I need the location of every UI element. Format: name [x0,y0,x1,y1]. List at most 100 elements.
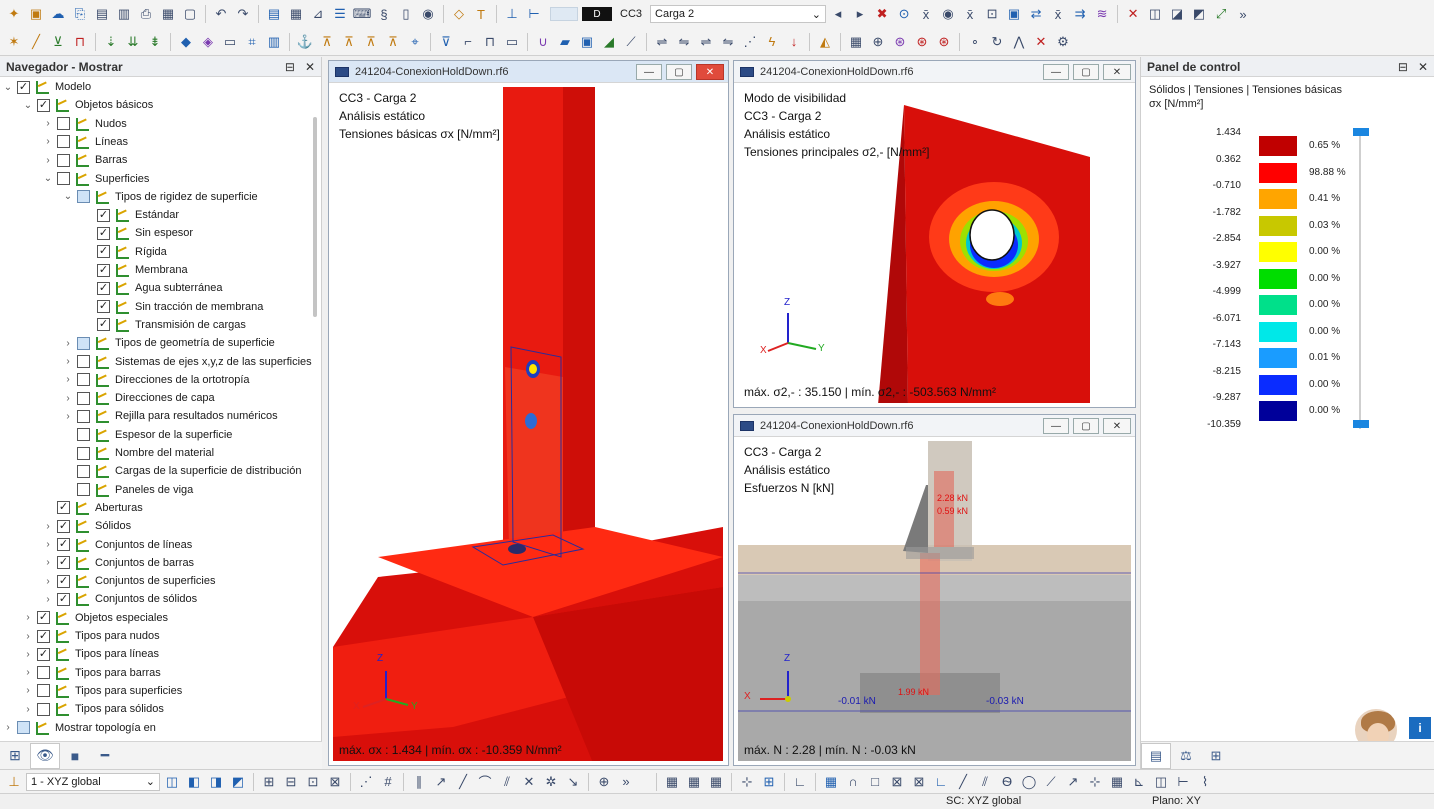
display-tab-icon[interactable]: 👁 [30,742,60,769]
document-icon[interactable]: ▢ [180,4,200,24]
next-icon[interactable]: ▸ [850,4,870,24]
tree-checkbox[interactable]: ✓ [97,300,110,314]
globe-icon[interactable]: ◉ [418,4,438,24]
target-icon[interactable]: ⊕ [868,32,888,52]
snap-icon[interactable]: ⋰ [740,32,760,52]
tree-item[interactable]: › ✓ Conjuntos de superficies [42,572,215,590]
tree-item[interactable]: ✓ Aberturas [42,499,143,517]
chevron-down-icon[interactable]: ⌄ [2,82,14,93]
delete-icon[interactable]: ✕ [1123,4,1143,24]
view-y-icon[interactable]: ◨ [206,772,226,792]
list-icon[interactable]: ☰ [330,4,350,24]
chevron-right-icon[interactable]: › [22,631,34,642]
star-icon[interactable]: ✲ [541,772,561,792]
pin-panel-icon[interactable]: ⊟ [285,60,295,74]
tree-checkbox[interactable] [77,464,90,478]
tree-item[interactable]: › Tipos de geometría de superficie [62,334,275,352]
filter-tab-icon[interactable]: ⊞ [1201,743,1231,769]
mesh-icon[interactable]: ⌗ [242,32,262,52]
scrollbar[interactable] [313,117,317,317]
views-tab-icon[interactable]: ■ [60,743,90,769]
legend-upper-handle[interactable] [1353,128,1369,136]
print-icon[interactable]: ⎙ [136,4,156,24]
snap-grid-icon[interactable]: ⊡ [303,772,323,792]
table2-icon[interactable]: ▦ [1107,772,1127,792]
counter-icon[interactable]: # [378,772,398,792]
chevron-right-icon[interactable]: › [42,557,54,568]
eye-icon[interactable]: ◉ [938,4,958,24]
chevron-right-icon[interactable]: › [62,374,74,385]
axis-icon[interactable]: ⤢ [1211,4,1231,24]
values3-icon[interactable]: x̄ [1048,4,1068,24]
node-icon[interactable]: ✶ [4,32,24,52]
node-results-icon[interactable]: ⊙ [894,4,914,24]
tree-item[interactable]: ✓ Rígida [82,243,167,261]
console-icon[interactable]: ⌨ [352,4,372,24]
chevron-down-icon[interactable]: ⌄ [62,191,74,202]
tree-checkbox[interactable] [77,190,90,204]
tree-item[interactable]: ✓ Sin espesor [82,224,193,242]
color-legend[interactable]: 1.434 0.362 -0.710 -1.782 -2.854 -3.927 -4.999… [1141,127,1434,437]
tree-item[interactable]: ⌄ ✓ Objetos básicos [22,96,153,114]
xbox-icon[interactable]: ⊠ [887,772,907,792]
coord-system-select[interactable]: 1 - XYZ global ⌄ [26,772,160,791]
cube2-icon[interactable]: ◪ [1167,4,1187,24]
chevron-right-icon[interactable]: › [42,155,54,166]
minimize-button[interactable]: — [1043,418,1069,434]
palette-icon[interactable]: ◭ [815,32,835,52]
text-icon[interactable]: T [471,4,491,24]
tree-checkbox[interactable]: ✓ [37,611,50,625]
filter-icon[interactable]: ⊽ [436,32,456,52]
grid3-icon[interactable]: ▦ [706,772,726,792]
load2-icon[interactable]: ⇊ [123,32,143,52]
tree-checkbox[interactable] [77,428,90,442]
cube3-icon[interactable]: ◩ [1189,4,1209,24]
chevron-right-icon[interactable]: › [42,136,54,147]
cube4-icon[interactable]: ◫ [1151,772,1171,792]
chevron-right-icon[interactable]: › [22,704,34,715]
cube-icon[interactable]: ◫ [1145,4,1165,24]
save-icon[interactable]: ▥ [114,4,134,24]
tree-item[interactable]: › ✓ Conjuntos de sólidos [42,590,197,608]
view-xyz-icon[interactable]: ◫ [162,772,182,792]
chevron-right-icon[interactable]: › [22,649,34,660]
prev-icon[interactable]: ◂ [828,4,848,24]
tree-checkbox[interactable] [57,172,70,185]
tree-checkbox[interactable]: ✓ [97,208,110,222]
results-tab-icon[interactable]: ━ [90,743,120,769]
minimize-button[interactable]: — [1043,64,1069,80]
tree-checkbox[interactable] [77,373,90,387]
tree-checkbox[interactable] [77,483,90,497]
tree-item[interactable]: › Sistemas de ejes x,y,z de las superfici… [62,353,312,371]
dim2-icon[interactable]: ⊼ [339,32,359,52]
tree-item[interactable]: Paneles de viga [62,481,193,499]
viewport-3d[interactable]: Modo de visibilidad CC3 - Carga 2 Anális… [738,87,1131,403]
filter-results-icon[interactable]: ⊡ [982,4,1002,24]
display-mode-badge[interactable]: D [582,7,612,21]
chevron-right-icon[interactable]: › [42,118,54,129]
view-icon[interactable]: ▥ [264,32,284,52]
result-toggle-icon[interactable]: ✖ [872,4,892,24]
xbox2-icon[interactable]: ⊠ [909,772,929,792]
close-button[interactable]: ✕ [1103,64,1131,80]
chevron-right-icon[interactable]: › [2,722,14,733]
tree-checkbox[interactable] [17,721,30,734]
tree-checkbox[interactable] [57,135,70,149]
snap-node-icon[interactable]: ⊹ [737,772,757,792]
help-icon[interactable]: i [1409,717,1431,739]
snap3-icon[interactable]: ⊛ [912,32,932,52]
chevron-right-icon[interactable]: › [22,667,34,678]
minimize-button[interactable]: — [636,64,662,80]
tree-checkbox[interactable]: ✓ [37,647,50,661]
slash-icon[interactable]: ⟋ [621,32,641,52]
tree-checkbox[interactable]: ✓ [37,98,50,112]
snap4-icon[interactable]: ⊛ [934,32,954,52]
cross-icon[interactable]: ✕ [519,772,539,792]
model-icon[interactable]: ⊥ [502,4,522,24]
tree-checkbox[interactable]: ✓ [57,556,70,570]
data-tab-icon[interactable]: ⊞ [0,743,30,769]
report-icon[interactable]: ▦ [158,4,178,24]
tree-item[interactable]: ⌄ Tipos de rigidez de superficie [62,188,258,206]
dim5-icon[interactable]: ⊾ [1129,772,1149,792]
viewport-3d[interactable]: CC3 - Carga 2 Análisis estático Tensione… [333,87,724,761]
